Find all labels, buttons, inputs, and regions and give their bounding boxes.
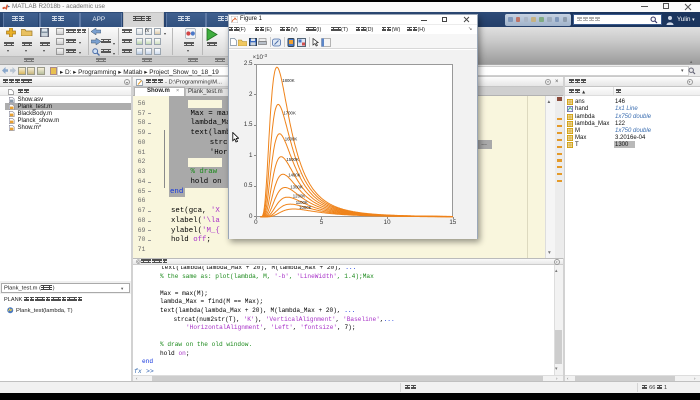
svg-text:1600K: 1600K [285,136,298,141]
svg-text:1400K: 1400K [288,172,301,177]
svg-text:1200K: 1200K [293,193,306,198]
svg-text:1800K: 1800K [282,78,295,83]
svg-text:1700K: 1700K [283,110,296,115]
svg-text:1100K: 1100K [296,200,308,205]
svg-text:1000K: 1000K [299,204,312,209]
svg-text:1300K: 1300K [290,184,303,189]
svg-text:1500K: 1500K [286,156,299,161]
